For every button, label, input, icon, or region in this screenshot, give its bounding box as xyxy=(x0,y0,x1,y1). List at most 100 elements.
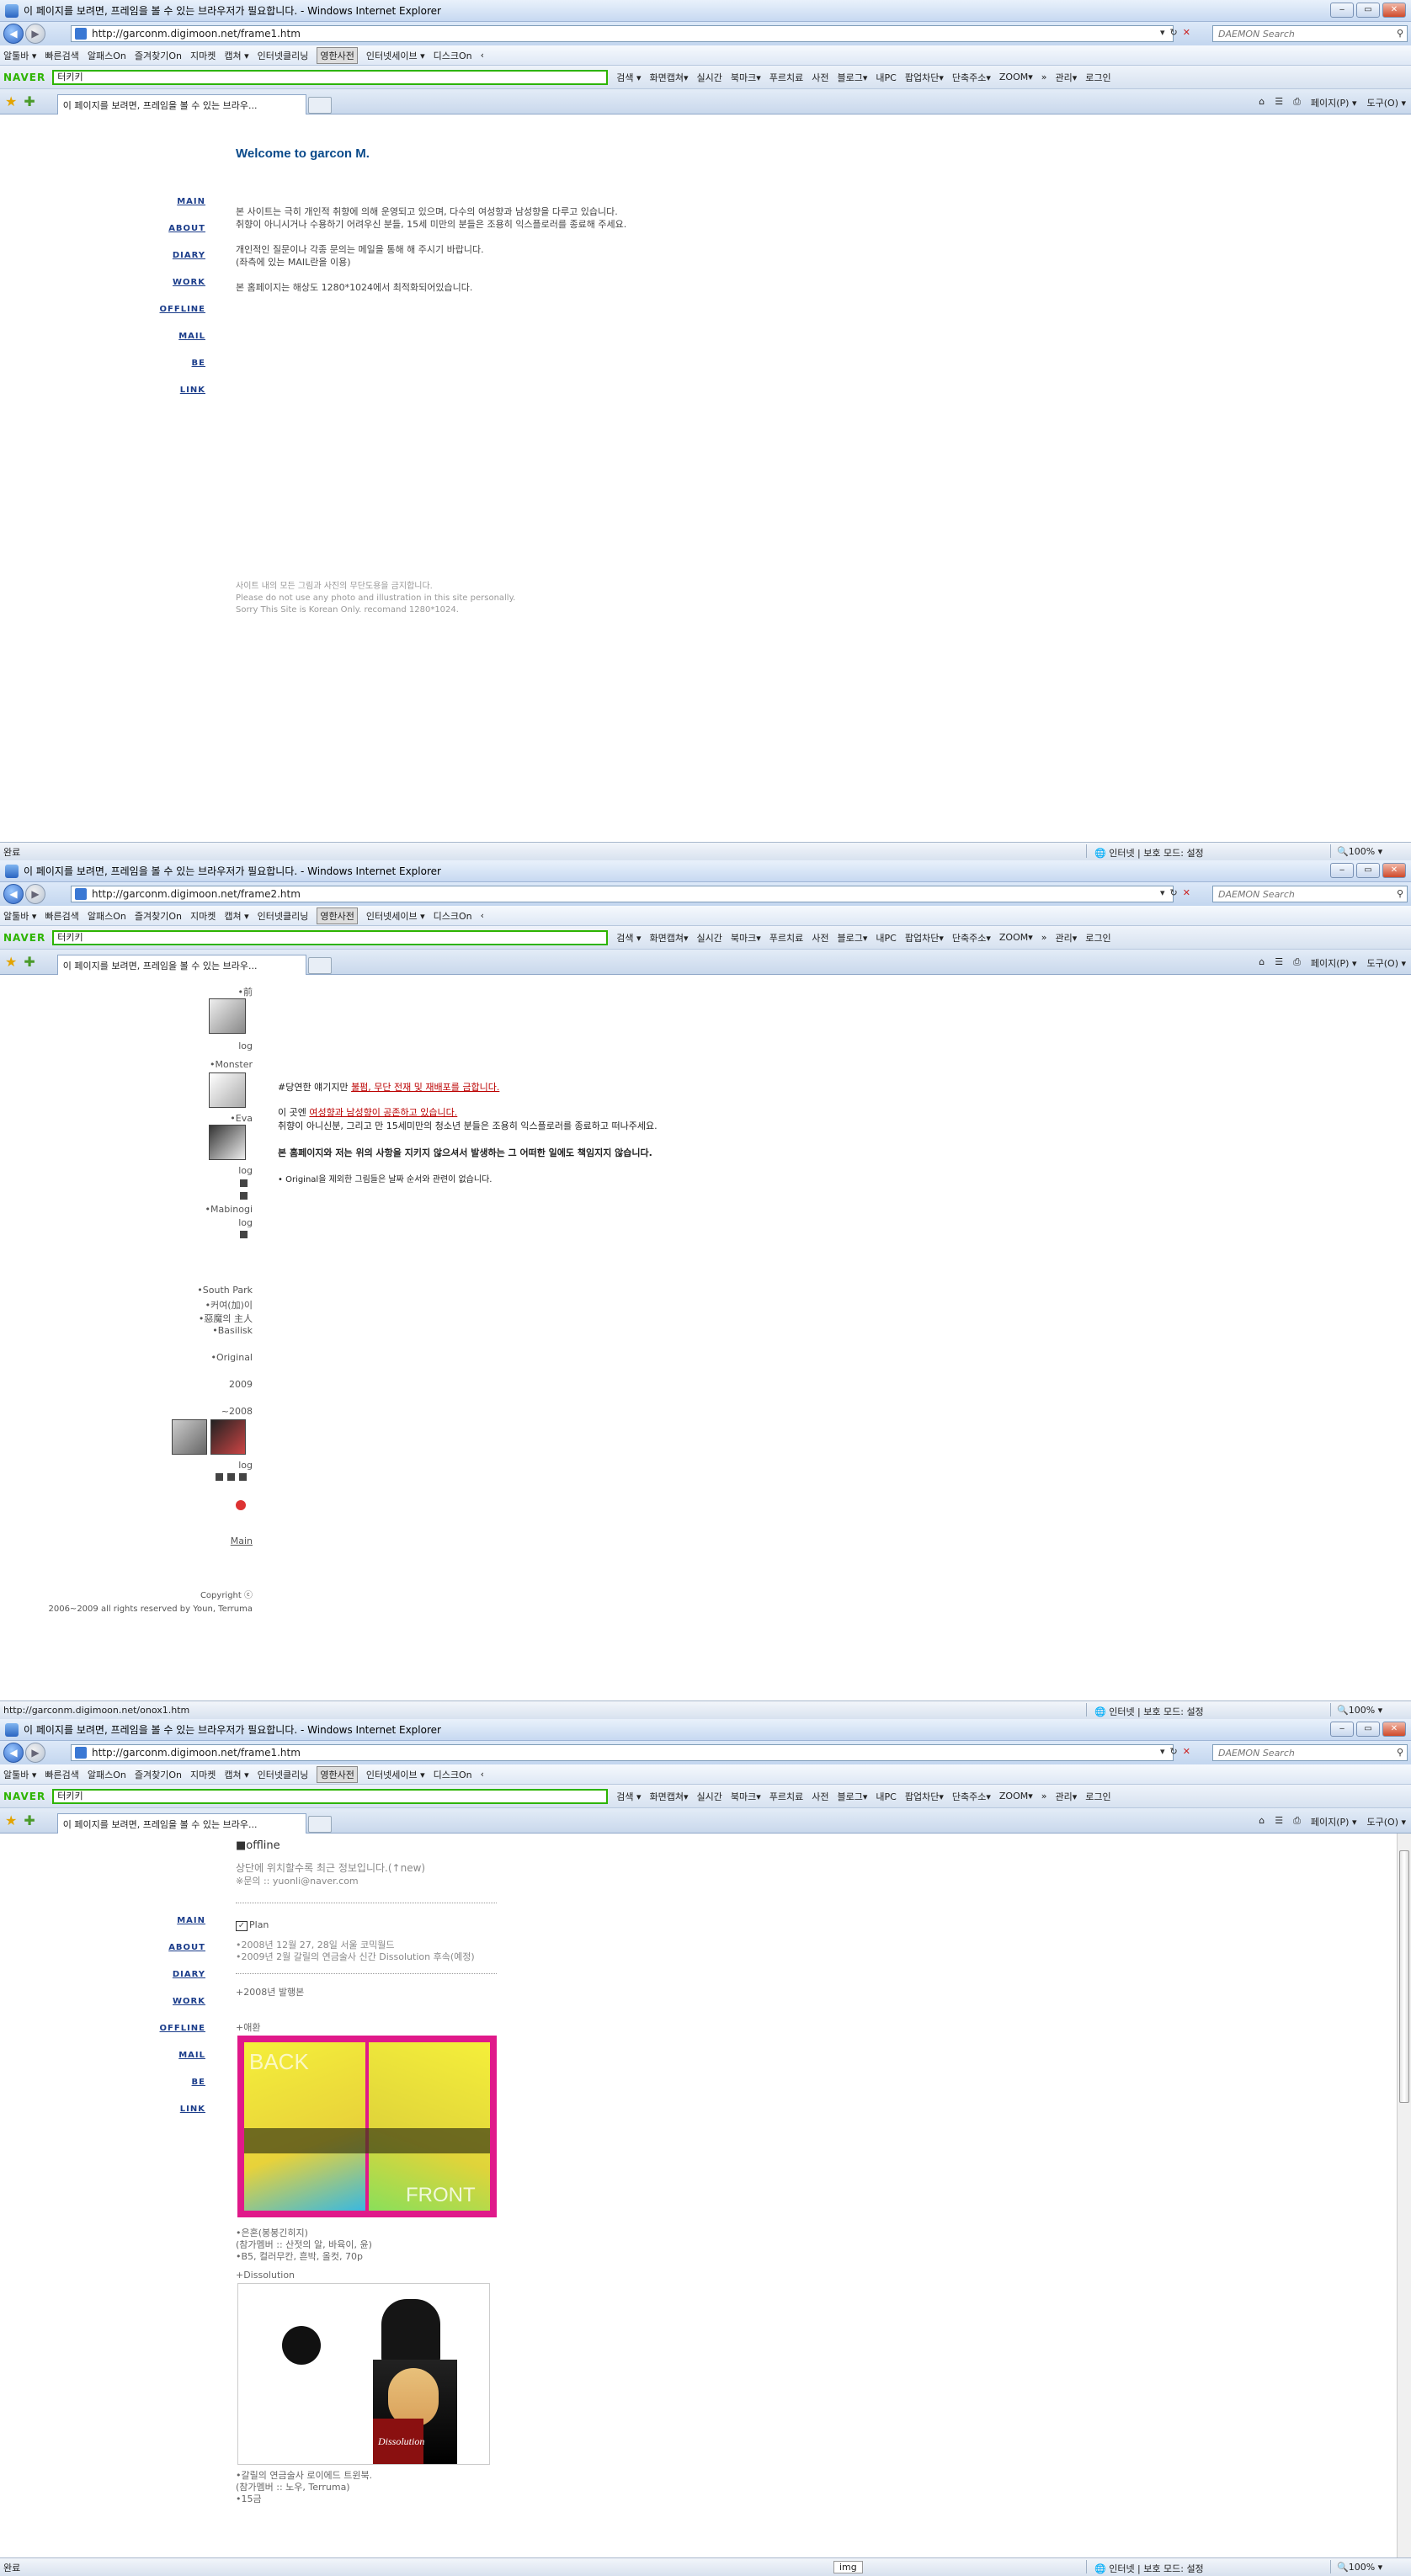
zoom-level[interactable]: 🔍100% ▾ xyxy=(1337,1705,1382,1716)
alttoolbar-item[interactable]: 인터넷세이브 ▾ xyxy=(366,909,425,923)
search-icon[interactable]: ⚲ xyxy=(1397,888,1403,899)
naver-toolbar-item[interactable]: ZOOM▾ xyxy=(999,1791,1033,1802)
alttoolbar-item[interactable]: 영한사전 xyxy=(317,46,358,64)
naver-toolbar-item[interactable]: 팝업차단▾ xyxy=(905,1790,944,1803)
alttoolbar-item[interactable]: 디스크On xyxy=(434,1768,472,1781)
naver-toolbar-item[interactable]: ZOOM▾ xyxy=(999,72,1033,82)
naver-toolbar-item[interactable]: 단축주소▾ xyxy=(952,1790,991,1803)
naver-toolbar-item[interactable]: 실시간 xyxy=(697,1790,722,1803)
menu-link-diary[interactable]: DIARY xyxy=(173,1970,205,1979)
menu-item-mabinogi[interactable]: •Mabinogi xyxy=(205,1204,253,1215)
naver-toolbar-item[interactable]: 검색 ▾ xyxy=(616,931,641,945)
favorites-star-icon[interactable]: ★ xyxy=(5,954,17,970)
menu-link-offline[interactable]: OFFLINE xyxy=(160,305,205,314)
zoom-level[interactable]: 🔍100% ▾ xyxy=(1337,2562,1382,2573)
naver-toolbar-item[interactable]: 관리▾ xyxy=(1056,71,1078,84)
command-menu[interactable]: 페이지(P) ▾ xyxy=(1311,956,1357,970)
menu-link-be[interactable]: BE xyxy=(192,2078,205,2087)
menu-link-about[interactable]: ABOUT xyxy=(168,1943,205,1952)
naver-toolbar-item[interactable]: 실시간 xyxy=(697,71,722,84)
alttoolbar-item[interactable]: 인터넷세이브 ▾ xyxy=(366,1768,425,1781)
menu-link-main[interactable]: MAIN xyxy=(177,197,205,206)
menu-link-offline[interactable]: OFFLINE xyxy=(160,2024,205,2033)
naver-logo[interactable]: NAVER xyxy=(3,72,45,83)
naver-toolbar-item[interactable]: » xyxy=(1041,1791,1047,1802)
naver-toolbar-item[interactable]: 화면캡쳐▾ xyxy=(650,931,689,945)
alttoolbar-item[interactable]: 빠른검색 xyxy=(45,1768,78,1781)
alttoolbar-item[interactable]: 지마켓 xyxy=(190,909,216,923)
minimize-button[interactable]: ‒ xyxy=(1330,1722,1354,1737)
alttoolbar-item[interactable]: 즐겨찾기On xyxy=(135,1768,182,1781)
search-input[interactable]: DAEMON Search ⚲ xyxy=(1212,25,1408,42)
alttoolbar-item[interactable]: 즐겨찾기On xyxy=(135,49,182,62)
maximize-button[interactable]: ▭ xyxy=(1356,1722,1380,1737)
naver-search-input[interactable]: 터키키 xyxy=(52,1788,609,1804)
print-icon[interactable]: ⎙ xyxy=(1293,96,1301,109)
home-icon[interactable]: ⌂ xyxy=(1259,96,1265,109)
scrollbar-thumb[interactable] xyxy=(1399,1850,1409,2103)
circle-icon[interactable] xyxy=(236,1500,246,1510)
print-icon[interactable]: ⎙ xyxy=(1293,956,1301,970)
forward-button[interactable]: ▶ xyxy=(25,1743,45,1763)
year-2009[interactable]: 2009 xyxy=(229,1379,253,1390)
menu-item[interactable]: •커여(加)이 xyxy=(205,1298,253,1312)
thumbnail-image[interactable] xyxy=(172,1419,207,1455)
naver-toolbar-item[interactable]: 관리▾ xyxy=(1056,1790,1078,1803)
tab-current[interactable]: 이 페이지를 보려면, 프레임을 볼 수 있는 브라우... xyxy=(56,1812,306,1834)
menu-item-original[interactable]: •Original xyxy=(210,1352,253,1363)
menu-item-monster[interactable]: •Monster xyxy=(210,1059,253,1070)
naver-toolbar-item[interactable]: 단축주소▾ xyxy=(952,931,991,945)
naver-toolbar-item[interactable]: 블로그▾ xyxy=(838,71,868,84)
naver-toolbar-item[interactable]: 사전 xyxy=(812,1790,828,1803)
refresh-icon[interactable]: ↻ xyxy=(1170,887,1178,898)
url-field[interactable]: http://garconm.digimoon.net/frame1.htm xyxy=(71,25,1174,42)
home-icon[interactable]: ⌂ xyxy=(1259,956,1265,970)
naver-toolbar-item[interactable]: 팝업차단▾ xyxy=(905,71,944,84)
back-button[interactable]: ◀ xyxy=(3,24,24,44)
add-favorites-icon[interactable]: ✚ xyxy=(24,1812,35,1828)
alttoolbar-item[interactable]: ‹ xyxy=(481,1769,484,1780)
security-zone[interactable]: 🌐 인터넷 | 보호 모드: 설정 xyxy=(1094,2562,1204,2575)
naver-toolbar-item[interactable]: 로그인 xyxy=(1085,931,1110,945)
alttoolbar-item[interactable]: 디스크On xyxy=(434,49,472,62)
naver-logo[interactable]: NAVER xyxy=(3,1791,45,1802)
alttoolbar-item[interactable]: 인터넷세이브 ▾ xyxy=(366,49,425,62)
close-button[interactable]: ✕ xyxy=(1382,1722,1406,1737)
naver-toolbar-item[interactable]: 사전 xyxy=(812,71,828,84)
naver-toolbar-item[interactable]: » xyxy=(1041,72,1047,82)
alttoolbar-item[interactable]: 캡쳐 ▾ xyxy=(224,49,248,62)
main-link[interactable]: Main xyxy=(231,1535,253,1546)
book-cover-image[interactable]: Dissolution xyxy=(237,2283,490,2465)
alttoolbar-item[interactable]: 즐겨찾기On xyxy=(135,909,182,923)
naver-toolbar-item[interactable]: 북마크▾ xyxy=(731,931,761,945)
naver-toolbar-item[interactable]: 화면캡쳐▾ xyxy=(650,1790,689,1803)
command-menu[interactable]: 도구(O) ▾ xyxy=(1367,96,1407,109)
alttoolbar-item[interactable]: 알툴바 ▾ xyxy=(3,1768,36,1781)
forward-button[interactable]: ▶ xyxy=(25,24,45,44)
naver-toolbar-item[interactable]: » xyxy=(1041,932,1047,943)
menu-item-eva[interactable]: •Eva xyxy=(230,1113,253,1124)
naver-toolbar-item[interactable]: 북마크▾ xyxy=(731,71,761,84)
search-input[interactable]: DAEMON Search ⚲ xyxy=(1212,886,1408,902)
forward-button[interactable]: ▶ xyxy=(25,884,45,904)
zoom-level[interactable]: 🔍100% ▾ xyxy=(1337,846,1382,857)
tab-current[interactable]: 이 페이지를 보려면, 프레임을 볼 수 있는 브라우... xyxy=(56,954,306,975)
naver-toolbar-item[interactable]: 내PC xyxy=(876,71,896,84)
thumbnail-image[interactable] xyxy=(209,998,246,1034)
naver-toolbar-item[interactable]: 실시간 xyxy=(697,931,722,945)
alttoolbar-item[interactable]: 알툴바 ▾ xyxy=(3,49,36,62)
alttoolbar-item[interactable]: 인터넷클리닝 xyxy=(258,909,309,923)
stop-icon[interactable]: ✕ xyxy=(1183,27,1190,38)
feeds-icon[interactable]: ☰ xyxy=(1275,1815,1283,1828)
alttoolbar-item[interactable]: 영한사전 xyxy=(317,907,358,924)
feeds-icon[interactable]: ☰ xyxy=(1275,956,1283,970)
menu-link-be[interactable]: BE xyxy=(192,359,205,368)
naver-toolbar-item[interactable]: 검색 ▾ xyxy=(616,1790,641,1803)
favorites-star-icon[interactable]: ★ xyxy=(5,93,17,109)
menu-item-southpark[interactable]: •South Park xyxy=(197,1285,253,1296)
vertical-scrollbar[interactable] xyxy=(1397,1834,1411,2557)
dropdown-icon[interactable]: ▾ xyxy=(1160,1746,1165,1757)
alttoolbar-item[interactable]: 알패스On xyxy=(88,1768,126,1781)
alttoolbar-item[interactable]: 캡쳐 ▾ xyxy=(224,1768,248,1781)
alttoolbar-item[interactable]: 알패스On xyxy=(88,909,126,923)
